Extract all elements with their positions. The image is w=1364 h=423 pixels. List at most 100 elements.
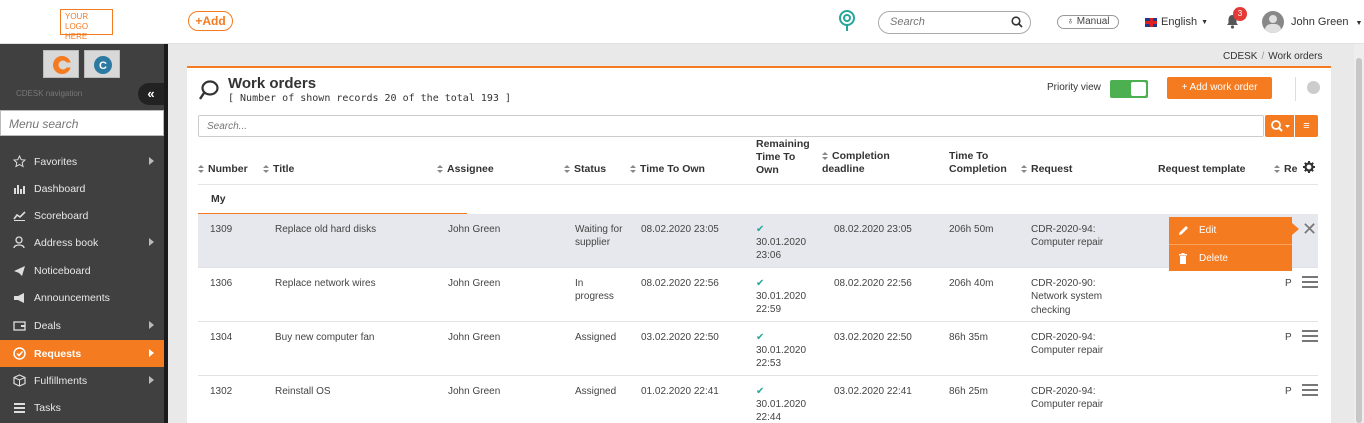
row-menu-icon[interactable] xyxy=(1302,276,1318,288)
column-header-request-template[interactable]: Request template xyxy=(1158,163,1246,176)
table-menu-icon[interactable]: ≡ xyxy=(1295,115,1318,137)
nav-title: CDESK navigation xyxy=(16,89,83,98)
column-header-number[interactable]: Number xyxy=(198,163,248,176)
cell-number: 1302 xyxy=(210,386,233,397)
chevron-down-icon: ▼ xyxy=(1355,20,1363,27)
company-logo[interactable]: YOUR LOGO HERE xyxy=(60,9,113,41)
star-icon xyxy=(11,155,27,168)
logo-line-2: HERE xyxy=(65,32,88,41)
add-button[interactable]: +Add xyxy=(188,11,233,31)
edit-menu-item[interactable]: Edit xyxy=(1169,217,1292,244)
group-label-my[interactable]: My xyxy=(211,193,226,205)
sidebar-item-fulfillments[interactable]: Fulfillments xyxy=(0,367,164,394)
column-header-remaining-time-to-own[interactable]: Remaining Time To Own xyxy=(756,138,816,177)
column-header-assignee[interactable]: Assignee xyxy=(437,163,494,176)
column-header-re[interactable]: Re xyxy=(1274,163,1297,176)
sort-icon xyxy=(198,164,204,174)
menu-search-input[interactable] xyxy=(9,117,159,131)
column-header-time-to-own[interactable]: Time To Own xyxy=(630,163,705,176)
work-orders-icon xyxy=(199,80,219,103)
language-selector[interactable]: English ▼ xyxy=(1145,16,1208,28)
toggle-knob xyxy=(1131,82,1146,96)
cell-assignee: John Green xyxy=(448,224,501,235)
cell-number: 1306 xyxy=(210,278,233,289)
cell-deadline: 08.02.2020 22:56 xyxy=(834,278,912,289)
cell-title[interactable]: Replace old hard disks xyxy=(275,223,435,236)
cell-number: 1304 xyxy=(210,332,233,343)
column-header-label: Status xyxy=(574,163,607,175)
sidebar-item-favorites[interactable]: Favorites xyxy=(0,148,164,175)
breadcrumb: CDESK / Work orders xyxy=(1223,51,1323,62)
scrollbar-thumb[interactable] xyxy=(1356,58,1362,423)
cell-request[interactable]: CDR-2020-94: Computer repair xyxy=(1031,385,1121,412)
search-icon[interactable] xyxy=(1011,16,1023,31)
cell-request[interactable]: CDR-2020-90: Network system checking xyxy=(1031,277,1121,317)
add-work-order-button[interactable]: + Add work order xyxy=(1167,77,1272,99)
column-header-label: Time To Completion xyxy=(949,150,1007,175)
person-icon xyxy=(11,236,27,249)
cell-title[interactable]: Reinstall OS xyxy=(275,385,435,398)
table-row[interactable]: 1304 Buy new computer fan John Green Ass… xyxy=(198,322,1318,376)
check-icon: ✔ xyxy=(756,224,765,235)
trash-icon xyxy=(1178,253,1190,264)
column-header-status[interactable]: Status xyxy=(564,163,606,176)
sidebar-item-announcements[interactable]: Announcements xyxy=(0,284,164,311)
delete-menu-item[interactable]: Delete xyxy=(1169,245,1292,272)
table-row[interactable]: 1302 Reinstall OS John Green Assigned 01… xyxy=(198,376,1318,423)
check-circle-icon xyxy=(11,347,27,360)
column-header-request[interactable]: Request xyxy=(1021,163,1072,176)
sidebar-item-requests[interactable]: Requests xyxy=(0,340,164,367)
cell-title[interactable]: Buy new computer fan xyxy=(275,331,435,344)
edit-label: Edit xyxy=(1199,225,1217,236)
app-switch-orange[interactable] xyxy=(43,50,79,78)
cell-request[interactable]: CDR-2020-94: Computer repair xyxy=(1031,331,1121,358)
table-row[interactable]: 1309 Replace old hard disks John Green W… xyxy=(198,214,1318,268)
table-search[interactable] xyxy=(198,115,1264,137)
notification-badge[interactable]: 3 xyxy=(1233,7,1247,21)
user-menu[interactable]: John Green ▼ xyxy=(1291,16,1362,28)
sidebar-item-tasks[interactable]: Tasks xyxy=(0,394,164,421)
priority-view-label: Priority view xyxy=(1047,82,1101,93)
sidebar-item-label: Scoreboard xyxy=(34,209,89,222)
sort-icon xyxy=(437,164,443,174)
chevron-right-icon xyxy=(149,238,154,246)
sort-icon xyxy=(630,164,636,174)
app-switch-blue[interactable]: C xyxy=(84,50,120,78)
breadcrumb-separator: / xyxy=(1261,51,1265,62)
compass-icon[interactable] xyxy=(1307,81,1320,94)
manual-button[interactable]: ♁ Manual xyxy=(1057,15,1119,29)
column-header-completion-deadline[interactable]: Completion deadline xyxy=(822,150,902,176)
priority-view-toggle[interactable] xyxy=(1110,80,1148,98)
breadcrumb-item-work-orders[interactable]: Work orders xyxy=(1268,51,1322,62)
location-pin-icon[interactable] xyxy=(838,10,856,32)
sidebar-item-dashboard[interactable]: Dashboard xyxy=(0,175,164,202)
column-header-time-to-completion[interactable]: Time To Completion xyxy=(949,150,1013,176)
cell-request[interactable]: CDR-2020-94: Computer repair xyxy=(1031,223,1121,250)
sidebar-item-address-book[interactable]: Address book xyxy=(0,229,164,256)
row-menu-icon[interactable] xyxy=(1302,330,1318,342)
cell-remaining-time: 30.01.2020 23:06 xyxy=(756,237,807,262)
sidebar-item-scoreboard[interactable]: Scoreboard xyxy=(0,202,164,229)
line-chart-icon xyxy=(11,210,27,221)
global-search-input[interactable] xyxy=(890,16,1000,28)
avatar[interactable] xyxy=(1262,11,1284,33)
sidebar-item-deals[interactable]: Deals xyxy=(0,312,164,339)
cell-title[interactable]: Replace network wires xyxy=(275,277,435,290)
global-search[interactable] xyxy=(878,11,1031,34)
row-menu-icon[interactable] xyxy=(1302,384,1318,396)
breadcrumb-item-cdesk[interactable]: CDESK xyxy=(1223,51,1257,62)
table-row[interactable]: 1306 Replace network wires John Green In… xyxy=(198,268,1318,322)
list-icon xyxy=(11,402,27,413)
menu-search[interactable] xyxy=(0,110,164,136)
sidebar-item-noticeboard[interactable]: Noticeboard xyxy=(0,257,164,284)
cell-number: 1309 xyxy=(210,224,233,235)
column-header-title[interactable]: Title xyxy=(263,163,294,176)
bar-chart-icon xyxy=(11,183,27,194)
gear-icon[interactable] xyxy=(1303,161,1315,176)
cell-time-to-completion: 206h 40m xyxy=(949,278,994,289)
column-header-label: Re xyxy=(1284,163,1298,175)
collapse-sidebar-button[interactable]: « xyxy=(138,83,164,105)
close-icon[interactable]: ✕ xyxy=(1302,220,1317,238)
table-search-input[interactable] xyxy=(207,121,1207,132)
table-search-button[interactable] xyxy=(1265,115,1294,137)
